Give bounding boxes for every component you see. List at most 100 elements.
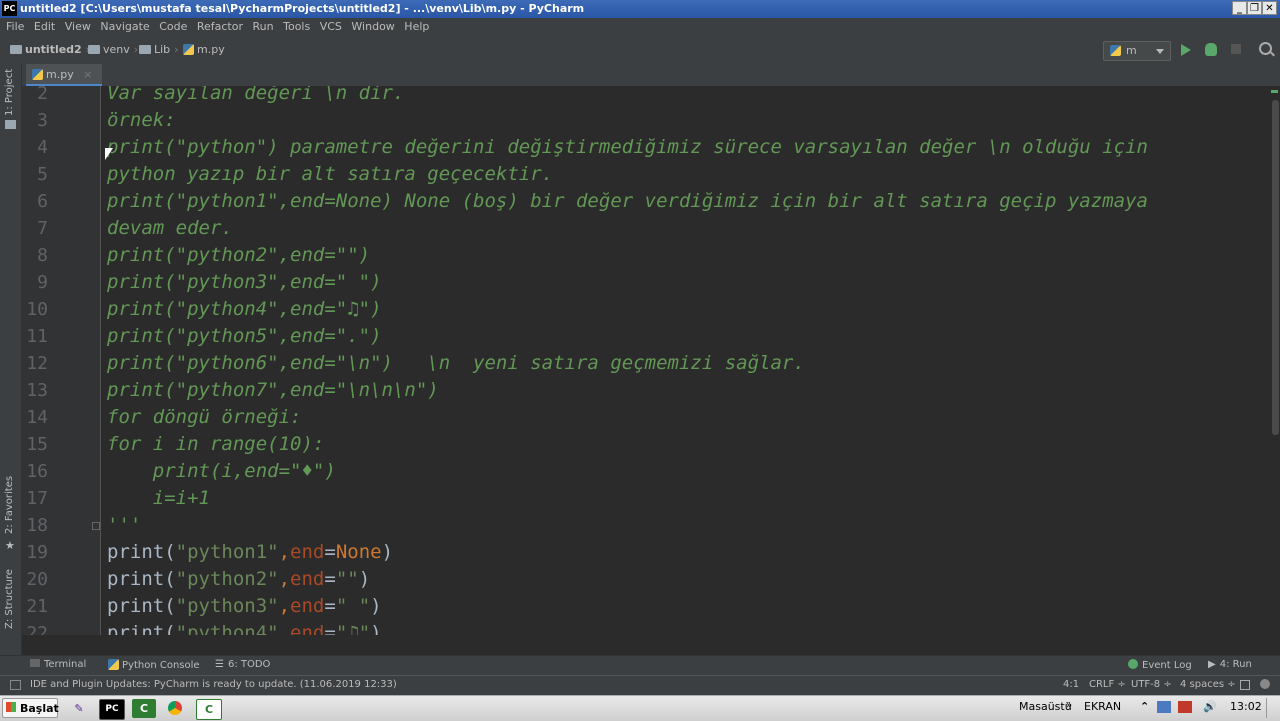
code-line: print("python2",end="") [107, 568, 371, 590]
menu-file[interactable]: File [6, 18, 24, 36]
window-title: untitled2 [C:\Users\mustafa tesal\Pychar… [20, 2, 585, 15]
menu-code[interactable]: Code [159, 18, 187, 36]
pycharm-taskbar-icon[interactable]: PC [99, 699, 125, 720]
line-number: 19 [26, 542, 48, 563]
start-button[interactable]: Başlat [2, 698, 59, 718]
clock[interactable]: 13:02 [1230, 700, 1262, 713]
line-number: 16 [26, 461, 48, 482]
indent-setting[interactable]: 4 spaces ÷ [1180, 679, 1236, 690]
python-file-icon [32, 69, 43, 80]
breadcrumb-project[interactable]: untitled2› [10, 43, 94, 56]
line-number: 11 [26, 326, 48, 347]
line-number: 15 [26, 434, 48, 455]
screen-toolbar-label[interactable]: EKRAN [1084, 700, 1121, 713]
code-line: print("python4",end="♫") [107, 298, 382, 320]
tab-m-py[interactable]: m.py × [26, 64, 103, 86]
run-configuration-select[interactable]: m [1103, 41, 1171, 61]
line-number: 3 [37, 110, 48, 131]
menu-navigate[interactable]: Navigate [100, 18, 149, 36]
run-small-icon: ▶ [1208, 659, 1216, 670]
line-number: 14 [26, 407, 48, 428]
hector-icon[interactable] [1260, 679, 1270, 689]
code-line: print("python5",end=".") [107, 325, 382, 347]
menu-help[interactable]: Help [404, 18, 429, 36]
menu-window[interactable]: Window [351, 18, 394, 36]
menu-vcs[interactable]: VCS [320, 18, 342, 36]
close-button[interactable]: ✕ [1262, 1, 1277, 15]
code-line: devam eder. [107, 217, 233, 239]
minimize-button[interactable]: _ [1232, 1, 1247, 15]
network-icon[interactable] [1157, 701, 1171, 713]
caret-position[interactable]: 4:1 [1063, 679, 1079, 690]
folder-icon [10, 45, 22, 54]
status-bar: IDE and Plugin Updates: PyCharm is ready… [0, 675, 1280, 695]
line-number: 10 [26, 299, 48, 320]
tab-close-icon[interactable]: × [83, 68, 92, 81]
menu-refactor[interactable]: Refactor [197, 18, 243, 36]
line-number: 2 [37, 86, 48, 104]
stop-icon[interactable] [1231, 44, 1241, 54]
tool-project[interactable]: 1: Project [4, 69, 15, 116]
line-number: 6 [37, 191, 48, 212]
fold-marker-icon[interactable] [92, 522, 100, 530]
breadcrumb-lib[interactable]: Lib › [139, 43, 183, 56]
menu-tools[interactable]: Tools [283, 18, 310, 36]
chrome-taskbar-icon[interactable] [163, 699, 187, 718]
code-line: print("python2",end="") [107, 244, 371, 266]
line-number: 7 [37, 218, 48, 239]
tool-terminal[interactable]: Terminal [30, 659, 86, 670]
bottom-tool-bar: Terminal Python Console ☰ 6: TODO Event L… [0, 655, 1280, 675]
volume-icon[interactable]: 🔊 [1203, 700, 1217, 713]
line-separator[interactable]: CRLF ÷ [1089, 679, 1126, 690]
tool-python-console[interactable]: Python Console [108, 659, 200, 671]
chevron-down-icon [1156, 49, 1164, 54]
show-desktop-button[interactable] [1266, 698, 1279, 718]
show-hidden-icons-icon[interactable]: ⌃ [1140, 700, 1149, 713]
folder-icon [139, 45, 151, 54]
python-file-icon [183, 44, 194, 55]
tool-todo[interactable]: ☰ 6: TODO [215, 659, 270, 670]
tool-run[interactable]: ▶ 4: Run [1208, 659, 1252, 670]
keyboard-indicator-icon: » [1066, 700, 1073, 711]
line-number: 9 [37, 272, 48, 293]
code-editor[interactable]: Var sayılan değeri \n dir. örnek: print(… [101, 86, 1271, 635]
menu-edit[interactable]: Edit [34, 18, 55, 36]
python-console-icon [108, 659, 119, 670]
line-number: 20 [26, 569, 48, 590]
menu-bar: File Edit View Navigate Code Refactor Ru… [0, 18, 1280, 36]
search-icon-handle [1270, 51, 1275, 57]
line-number: 22 [26, 623, 48, 635]
pen-app-icon[interactable]: ✎ [67, 699, 91, 718]
camtasia-recorder-taskbar-icon[interactable]: C [196, 699, 222, 720]
security-icon[interactable] [1178, 701, 1192, 713]
code-line: Var sayılan değeri \n dir. [107, 86, 405, 104]
code-line: print("python") parametre değerini değiş… [107, 136, 1148, 158]
code-line: print("python4",end="♫") [107, 622, 382, 635]
editor-scrollbar-thumb[interactable] [1272, 100, 1279, 435]
inspection-ok-icon [1271, 90, 1278, 93]
code-line: ''' [107, 514, 142, 536]
os-taskbar: Başlat ✎ PC C C Masaüstü » EKRAN ⌃ 🔊 13:… [0, 695, 1280, 721]
menu-view[interactable]: View [65, 18, 91, 36]
code-line: print("python1",end=None) [107, 541, 394, 563]
breadcrumb-file[interactable]: m.py [183, 43, 225, 56]
code-line: python yazıp bir alt satıra geçecektir. [107, 163, 554, 185]
desktop-toolbar-label[interactable]: Masaüstü [1019, 700, 1072, 713]
file-encoding[interactable]: UTF-8 ÷ [1131, 679, 1172, 690]
menu-run[interactable]: Run [253, 18, 274, 36]
navigation-bar: untitled2› venv› Lib› m.py [0, 36, 1280, 65]
line-number: 18 [26, 515, 48, 536]
breadcrumb-venv[interactable]: venv › [88, 43, 142, 56]
lock-icon[interactable] [1240, 680, 1250, 690]
debug-icon[interactable] [1205, 43, 1217, 56]
tool-favorites[interactable]: 2: Favorites [4, 476, 15, 534]
tool-structure[interactable]: Z: Structure [4, 569, 15, 629]
camtasia-taskbar-icon[interactable]: C [132, 699, 156, 718]
restore-button[interactable]: ❐ [1247, 1, 1262, 15]
tool-event-log[interactable]: Event Log [1128, 659, 1192, 671]
status-message[interactable]: IDE and Plugin Updates: PyCharm is ready… [30, 679, 397, 690]
run-icon[interactable] [1181, 44, 1191, 56]
left-tool-strip: 1: Project ★ 2: Favorites Z: Structure [0, 64, 22, 655]
code-line: for döngü örneği: [107, 406, 302, 428]
status-toggle-icon[interactable] [10, 680, 21, 690]
